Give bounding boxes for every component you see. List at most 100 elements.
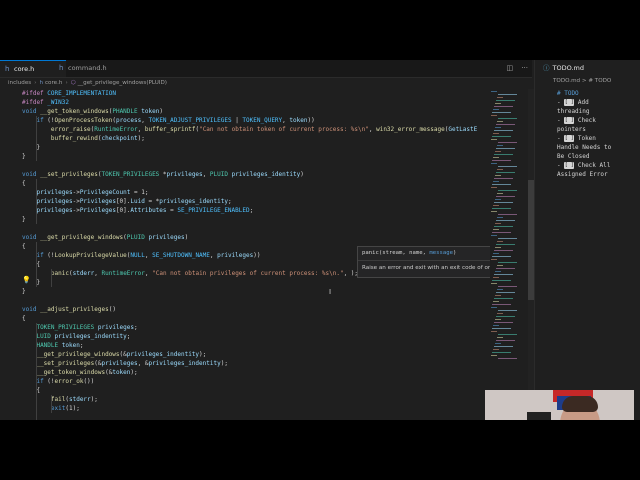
code-line[interactable]: buffer_rewind(checkpoint); <box>22 134 145 143</box>
minimap-line <box>497 289 503 290</box>
minimap-line <box>496 124 515 125</box>
minimap-line <box>497 193 503 194</box>
code-line[interactable]: void __set_privileges(TOKEN_PRIVILEGES *… <box>22 170 304 179</box>
code-line[interactable]: void __get_token_windows(PHANDLE token) <box>22 107 163 116</box>
minimap-line <box>498 262 517 263</box>
code-line[interactable]: TOKEN_PRIVILEGES privileges; <box>22 323 137 332</box>
minimap-line <box>498 238 517 239</box>
todo-breadcrumb[interactable]: TODO.md > # TODO <box>553 78 611 84</box>
minimap-line <box>496 268 515 269</box>
todo-item[interactable]: - [ ] Check All Assigned Error <box>557 161 610 179</box>
code-line[interactable]: } <box>22 152 26 161</box>
todo-heading[interactable]: # TODO <box>557 89 579 98</box>
code-line[interactable]: HANDLE token; <box>22 341 83 350</box>
minimap-line <box>493 253 499 254</box>
code-line[interactable]: void __get_privilege_windows(PLUID privi… <box>22 233 188 242</box>
code-line[interactable]: if (!OpenProcessToken(process, TOKEN_ADJ… <box>22 116 314 125</box>
code-line[interactable]: privileges->PrivilegeCount = 1; <box>22 188 148 197</box>
minimap-line <box>498 142 517 143</box>
code-line[interactable]: } <box>22 143 40 152</box>
code-line[interactable]: error_raise(RuntimeError, buffer_sprintf… <box>22 125 477 134</box>
minimap-line <box>491 91 497 92</box>
minimap-line <box>493 109 499 110</box>
hover-doc: Raise an error and exit with an exit cod… <box>362 265 497 271</box>
minimap-line <box>496 148 515 149</box>
code-line[interactable]: fail(stderr); <box>22 395 98 404</box>
more-icon[interactable]: ··· <box>521 64 528 72</box>
breadcrumb: includes › h core.h › ⬡ __get_privilege_window… <box>8 78 167 88</box>
code-line[interactable]: privileges->Privileges[0].Luid = *privil… <box>22 197 231 206</box>
minimap-line <box>497 337 503 338</box>
editor-window: h core.h h command.h ◫ ··· includes › h cor… <box>0 60 640 420</box>
breadcrumb-file[interactable]: core.h <box>45 80 62 86</box>
code-line[interactable]: void __adjust_privileges() <box>22 305 116 314</box>
todo-item[interactable]: - [ ] Check pointers <box>557 116 596 134</box>
minimap-line <box>493 277 499 278</box>
minimap-line <box>498 214 517 215</box>
code-line[interactable]: __get_privilege_windows(&privileges_inde… <box>22 350 206 359</box>
function-symbol-icon: ⬡ <box>70 80 76 86</box>
minimap-line <box>498 286 517 287</box>
minimap[interactable] <box>490 89 528 420</box>
minimap-line <box>493 205 499 206</box>
code-line[interactable]: } <box>22 287 26 296</box>
code-line[interactable]: } <box>22 215 26 224</box>
breadcrumb-folder[interactable]: includes <box>8 80 31 86</box>
minimap-line <box>496 316 515 317</box>
minimap-line <box>491 115 497 116</box>
code-line[interactable]: #ifdef CORE_IMPLEMENTATION <box>22 89 116 98</box>
text-cursor-icon: I <box>329 288 332 296</box>
minimap-line <box>498 310 517 311</box>
checkbox-icon: [ ] <box>564 99 575 106</box>
minimap-line <box>496 244 515 245</box>
minimap-line <box>498 334 517 335</box>
minimap-line <box>495 223 501 224</box>
code-line[interactable]: { <box>22 260 40 269</box>
minimap-line <box>493 133 499 134</box>
minimap-line <box>494 226 513 227</box>
minimap-line <box>498 358 517 359</box>
minimap-line <box>491 283 497 284</box>
code-line[interactable]: panic(stderr, RuntimeError, "Can not obt… <box>22 269 358 278</box>
indent-guide <box>36 179 37 224</box>
code-line[interactable]: __set_privileges(&privileges, &privilege… <box>22 359 227 368</box>
checkbox-icon: [ ] <box>564 162 575 169</box>
hover-signature: panic(stream, name, message) <box>362 250 457 256</box>
minimap-line <box>491 259 497 260</box>
minimap-line <box>493 181 499 182</box>
checkbox-icon: [ ] <box>564 135 575 142</box>
minimap-line <box>494 202 513 203</box>
code-line[interactable]: privileges->Privileges[0].Attributes = S… <box>22 206 253 215</box>
code-line[interactable]: { <box>22 314 26 323</box>
minimap-line <box>494 298 513 299</box>
code-line[interactable]: #ifdef _WIN32 <box>22 98 69 107</box>
code-line[interactable]: { <box>22 242 26 251</box>
checkbox-icon: [ ] <box>564 117 575 124</box>
todo-item[interactable]: - [ ] Add threading <box>557 98 590 116</box>
minimap-line <box>491 211 497 212</box>
tab-todo-md[interactable]: ⓘ TODO.md <box>535 60 640 77</box>
minimap-line <box>493 157 499 158</box>
code-line[interactable]: __get_token_windows(&token); <box>22 368 137 377</box>
minimap-line <box>495 127 501 128</box>
todo-item-continuation[interactable]: Be Closed <box>557 152 590 161</box>
minimap-line <box>494 130 513 131</box>
indent-guide <box>36 323 37 420</box>
code-line[interactable]: { <box>22 179 26 188</box>
todo-item[interactable]: - [ ] Token Handle Needs to <box>557 134 611 152</box>
minimap-line <box>495 295 501 296</box>
minimap-line <box>492 160 511 161</box>
minimap-line <box>492 256 511 257</box>
code-line[interactable]: if (!error_ok()) <box>22 377 94 386</box>
split-editor-icon[interactable]: ◫ <box>506 64 513 72</box>
code-line[interactable]: { <box>22 386 40 395</box>
editor-actions: ◫ ··· <box>500 60 528 77</box>
webcam-overlay <box>485 390 634 420</box>
breadcrumb-symbol[interactable]: __get_privilege_windows(PLUID) <box>78 80 167 86</box>
tab-command-h[interactable]: h command.h <box>54 60 130 77</box>
lightbulb-icon[interactable]: 💡 <box>22 276 31 284</box>
minimap-line <box>497 313 503 314</box>
code-line[interactable]: if (!LookupPrivilegeValue(NULL, SE_SHUTD… <box>22 251 260 260</box>
code-line[interactable]: LUID privileges_indentity; <box>22 332 130 341</box>
c-header-file-icon: h <box>39 80 43 86</box>
